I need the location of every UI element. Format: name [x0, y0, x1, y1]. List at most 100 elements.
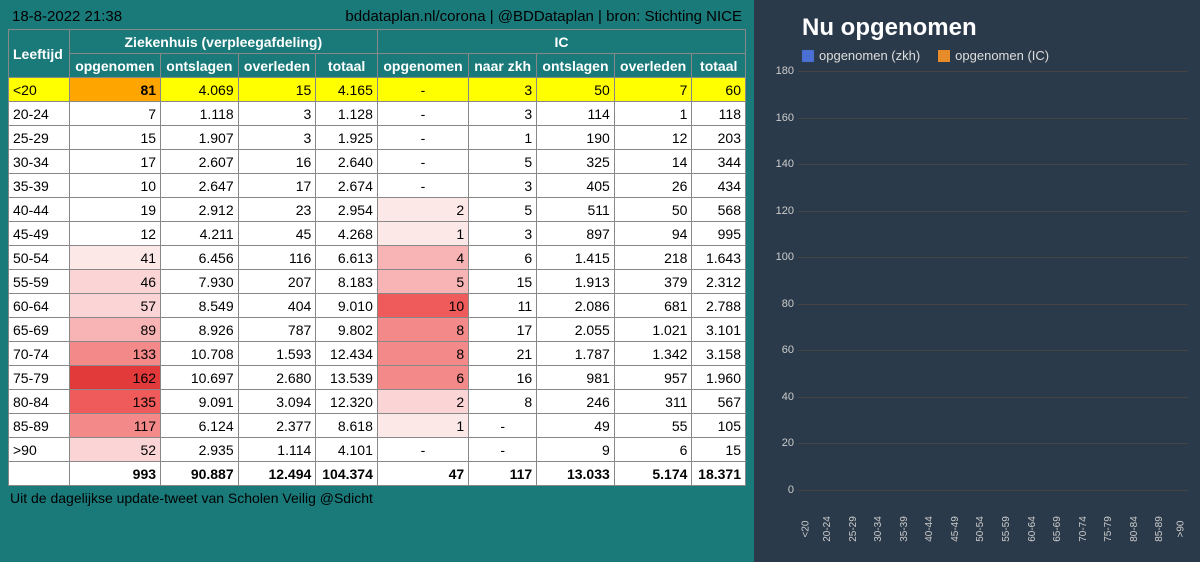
- cell-zkh: 2.640: [316, 150, 378, 174]
- table-row: 75-7916210.6972.68013.5396169819571.960: [9, 366, 746, 390]
- cell-ic: -: [469, 414, 537, 438]
- cell-age: 25-29: [9, 126, 70, 150]
- cell-age: 65-69: [9, 318, 70, 342]
- cell-ic: -: [377, 78, 468, 102]
- cell-age: 80-84: [9, 390, 70, 414]
- cell-zkh: 4.165: [316, 78, 378, 102]
- table-row: 20-2471.11831.128-31141118: [9, 102, 746, 126]
- column-header-row: opgenomenontslagenoverledentotaalopgenom…: [9, 54, 746, 78]
- cell-total: 104.374: [316, 462, 378, 486]
- cell-zkh: 404: [238, 294, 316, 318]
- cell-total: 993: [69, 462, 160, 486]
- y-axis-label: 140: [766, 158, 794, 170]
- cell-zkh: 16: [238, 150, 316, 174]
- cell-zkh: 4.101: [316, 438, 378, 462]
- cell-age: 45-49: [9, 222, 70, 246]
- cell-ic: 1.787: [537, 342, 615, 366]
- cell-ic: 3: [469, 102, 537, 126]
- cell-ic: -: [377, 150, 468, 174]
- col-header: ontslagen: [161, 54, 239, 78]
- cell-ic: -: [377, 126, 468, 150]
- cell-ic: 9: [537, 438, 615, 462]
- col-header: totaal: [692, 54, 746, 78]
- cell-age: 75-79: [9, 366, 70, 390]
- group-ic: IC: [377, 30, 745, 54]
- cell-zkh: 7: [69, 102, 160, 126]
- table-row: 60-64578.5494049.01010112.0866812.788: [9, 294, 746, 318]
- cell-zkh: 1.907: [161, 126, 239, 150]
- cell-ic: 1: [377, 414, 468, 438]
- swatch-blue: [802, 50, 814, 62]
- cell-ic: 1.643: [692, 246, 746, 270]
- cell-age: 50-54: [9, 246, 70, 270]
- cell-zkh: 13.539: [316, 366, 378, 390]
- cell-age: 30-34: [9, 150, 70, 174]
- cell-ic: 344: [692, 150, 746, 174]
- table-row: <20814.069154.165-350760: [9, 78, 746, 102]
- cell-zkh: 9.010: [316, 294, 378, 318]
- cell-zkh: 17: [69, 150, 160, 174]
- cell-age: 20-24: [9, 102, 70, 126]
- cell-ic: 203: [692, 126, 746, 150]
- cell-ic: 55: [614, 414, 692, 438]
- cell-ic: 5: [377, 270, 468, 294]
- col-header: overleden: [238, 54, 316, 78]
- grid-line: [798, 350, 1188, 351]
- cell-ic: 957: [614, 366, 692, 390]
- cell-ic: 1.960: [692, 366, 746, 390]
- cell-ic: 7: [614, 78, 692, 102]
- cell-zkh: 3.094: [238, 390, 316, 414]
- cell-ic: 190: [537, 126, 615, 150]
- cell-ic: 3: [469, 174, 537, 198]
- cell-ic: 3: [469, 222, 537, 246]
- cell-ic: 1: [469, 126, 537, 150]
- cell-zkh: 10.708: [161, 342, 239, 366]
- cell-ic: 21: [469, 342, 537, 366]
- cell-ic: 6: [614, 438, 692, 462]
- cell-ic: 4: [377, 246, 468, 270]
- cell-ic: 511: [537, 198, 615, 222]
- cell-age: 40-44: [9, 198, 70, 222]
- cell-zkh: 787: [238, 318, 316, 342]
- y-axis-label: 100: [766, 251, 794, 263]
- cell-ic: 16: [469, 366, 537, 390]
- cell-ic: 311: [614, 390, 692, 414]
- cell-zkh: 9.802: [316, 318, 378, 342]
- table-body: <20814.069154.165-35076020-2471.11831.12…: [9, 78, 746, 486]
- cell-ic: -: [469, 438, 537, 462]
- source-text: bddataplan.nl/corona | @BDDataplan | bro…: [345, 8, 742, 25]
- cell-ic: -: [377, 102, 468, 126]
- cell-ic: 2.788: [692, 294, 746, 318]
- cell-zkh: 46: [69, 270, 160, 294]
- cell-ic: 94: [614, 222, 692, 246]
- swatch-orange: [938, 50, 950, 62]
- col-header: overleden: [614, 54, 692, 78]
- cell-age: >90: [9, 438, 70, 462]
- cell-ic: 1.415: [537, 246, 615, 270]
- cell-ic: 1.021: [614, 318, 692, 342]
- legend-ic: opgenomen (IC): [938, 48, 1049, 63]
- grid-line: [798, 443, 1188, 444]
- cell-total: 18.371: [692, 462, 746, 486]
- cell-zkh: 2.680: [238, 366, 316, 390]
- chart-panel: Nu opgenomen opgenomen (zkh) opgenomen (…: [754, 0, 1200, 562]
- cell-ic: 6: [377, 366, 468, 390]
- group-header-row: Leeftijd Ziekenhuis (verpleegafdeling) I…: [9, 30, 746, 54]
- cell-zkh: 6.613: [316, 246, 378, 270]
- y-axis-label: 0: [766, 484, 794, 496]
- header-bar: 18-8-2022 21:38 bddataplan.nl/corona | @…: [8, 6, 746, 27]
- col-header: naar zkh: [469, 54, 537, 78]
- y-axis-label: 80: [766, 298, 794, 310]
- cell-ic: 60: [692, 78, 746, 102]
- grid-line: [798, 257, 1188, 258]
- timestamp: 18-8-2022 21:38: [12, 8, 122, 25]
- cell-age: 85-89: [9, 414, 70, 438]
- cell-total: 13.033: [537, 462, 615, 486]
- col-header: opgenomen: [69, 54, 160, 78]
- cell-zkh: 15: [238, 78, 316, 102]
- cell-ic: 2.055: [537, 318, 615, 342]
- cell-zkh: 6.124: [161, 414, 239, 438]
- cell-zkh: 2.912: [161, 198, 239, 222]
- grid-line: [798, 71, 1188, 72]
- cell-ic: 6: [469, 246, 537, 270]
